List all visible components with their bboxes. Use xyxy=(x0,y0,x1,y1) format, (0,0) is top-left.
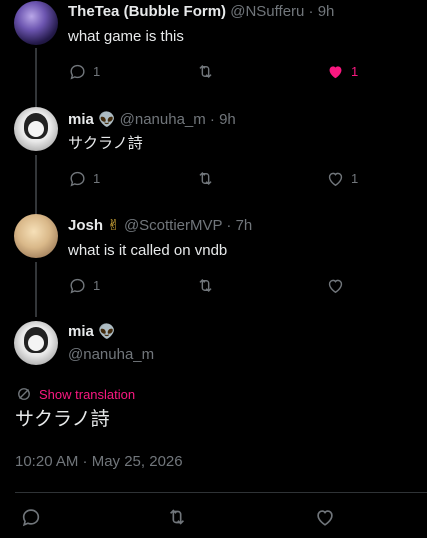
thread-connector-line xyxy=(35,48,37,107)
display-name[interactable]: mia xyxy=(68,111,94,128)
show-translation-label[interactable]: Show translation xyxy=(39,387,135,402)
display-name-row[interactable]: mia 👽 xyxy=(68,321,115,342)
reply-tweet-3[interactable]: Josh ✌ @ScottierMVP · 7h what is it call… xyxy=(0,214,427,321)
tweet-header: Josh ✌ @ScottierMVP · 7h xyxy=(68,216,252,236)
heart-icon xyxy=(328,279,343,294)
avatar[interactable] xyxy=(14,107,58,151)
display-name[interactable]: mia xyxy=(68,323,94,340)
like-count: 1 xyxy=(351,171,359,186)
tweet-text: サクラノ詩 xyxy=(68,135,143,152)
handle-time[interactable]: @nanuha_m · 9h xyxy=(120,111,236,128)
thread-connector-line xyxy=(35,155,37,214)
handle-time[interactable]: @NSufferu · 9h xyxy=(230,3,334,20)
heart-filled-icon xyxy=(329,66,342,79)
tweet-actions: 1 1 xyxy=(68,169,368,189)
retweet-icon xyxy=(199,64,212,79)
tweet-actions: 1 1 xyxy=(68,62,368,82)
avatar[interactable] xyxy=(14,1,58,45)
reply-tweet-2[interactable]: mia 👽 @nanuha_m · 9h サクラノ詩 1 1 xyxy=(0,107,427,214)
display-name[interactable]: TheTea (Bubble Form) xyxy=(68,3,226,20)
heart-icon xyxy=(328,172,343,187)
thread-connector-line xyxy=(35,262,37,317)
avatar[interactable] xyxy=(14,214,58,258)
retweet-icon xyxy=(199,171,212,186)
avatar[interactable] xyxy=(14,321,58,365)
reply-thread: TheTea (Bubble Form) @NSufferu · 9h what… xyxy=(0,0,427,317)
like-count: 1 xyxy=(351,64,359,79)
tweet-text: what game is this xyxy=(68,28,184,45)
retweet-icon xyxy=(169,509,185,525)
alien-emoji-icon: 👽 xyxy=(98,323,116,339)
reply-count: 1 xyxy=(93,64,101,79)
tweet-header: TheTea (Bubble Form) @NSufferu · 9h xyxy=(68,2,334,22)
reply-button[interactable]: 1 xyxy=(68,276,100,295)
retweet-icon xyxy=(199,278,212,293)
retweet-button[interactable] xyxy=(166,506,188,528)
timestamp[interactable]: 10:20 AM · May 25, 2026 xyxy=(15,452,183,472)
translate-icon xyxy=(18,388,30,400)
handle[interactable]: @nanuha_m xyxy=(68,345,154,365)
heart-icon xyxy=(317,510,333,526)
reply-button[interactable]: 1 xyxy=(68,169,100,188)
tweet-actions: 1 xyxy=(68,276,368,296)
tweet-actions xyxy=(0,506,427,532)
handle-time[interactable]: @ScottierMVP · 7h xyxy=(124,217,252,234)
reply-button[interactable]: 1 xyxy=(68,62,100,81)
like-button[interactable]: 1 xyxy=(326,62,358,81)
like-button[interactable] xyxy=(314,506,336,528)
tweet-text: what is it called on vndb xyxy=(68,242,228,259)
show-translation-link[interactable]: Show translation xyxy=(15,385,135,403)
reply-count: 1 xyxy=(93,278,101,293)
retweet-button[interactable] xyxy=(196,276,215,295)
tweet-text: サクラノ詩 xyxy=(15,409,110,430)
retweet-button[interactable] xyxy=(196,169,215,188)
victory-hand-emoji-icon: ✌ xyxy=(107,217,120,234)
reply-icon xyxy=(70,171,85,187)
tweet-header: mia 👽 @nanuha_m · 9h xyxy=(68,109,236,130)
alien-emoji-icon: 👽 xyxy=(98,111,116,127)
reply-icon xyxy=(70,278,85,294)
like-button[interactable]: 1 xyxy=(326,169,358,188)
reply-button[interactable] xyxy=(20,506,42,528)
reply-tweet-1[interactable]: TheTea (Bubble Form) @NSufferu · 9h what… xyxy=(0,0,427,107)
like-button[interactable] xyxy=(326,276,351,295)
display-name[interactable]: Josh xyxy=(68,217,103,234)
reply-icon xyxy=(22,509,40,527)
reply-icon xyxy=(70,64,85,80)
reply-count: 1 xyxy=(93,171,101,186)
divider xyxy=(15,492,427,493)
retweet-button[interactable] xyxy=(196,62,215,81)
